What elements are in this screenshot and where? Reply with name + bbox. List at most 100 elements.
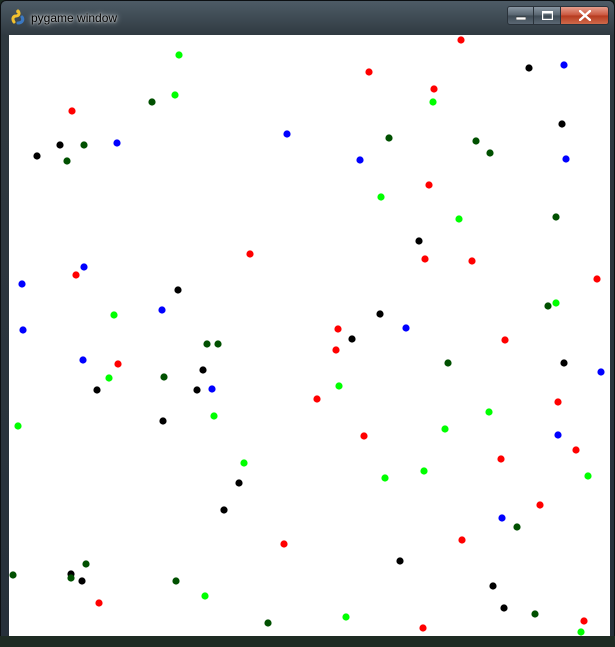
red-dot bbox=[246, 250, 254, 258]
darkgreen-dot bbox=[472, 137, 480, 145]
blue-dot bbox=[560, 61, 568, 69]
lime-dot bbox=[455, 215, 463, 223]
blue-dot bbox=[554, 431, 562, 439]
red-dot bbox=[457, 36, 465, 44]
black-dot bbox=[78, 577, 86, 585]
lime-dot bbox=[14, 422, 22, 430]
dots-layer bbox=[9, 36, 605, 636]
lime-dot bbox=[201, 592, 209, 600]
darkgreen-dot bbox=[214, 340, 222, 348]
red-dot bbox=[572, 446, 580, 454]
darkgreen-dot bbox=[486, 149, 494, 157]
window-title: pygame window bbox=[31, 11, 118, 25]
red-dot bbox=[95, 599, 103, 607]
blue-dot bbox=[356, 156, 364, 164]
blue-dot bbox=[597, 368, 605, 376]
red-dot bbox=[421, 255, 429, 263]
red-dot bbox=[68, 107, 76, 115]
darkgreen-dot bbox=[552, 213, 560, 221]
red-dot bbox=[360, 432, 368, 440]
maximize-icon bbox=[541, 11, 553, 20]
red-dot bbox=[458, 536, 466, 544]
game-canvas[interactable] bbox=[9, 35, 610, 637]
black-dot bbox=[396, 557, 404, 565]
darkgreen-dot bbox=[531, 610, 539, 618]
red-dot bbox=[72, 271, 80, 279]
lime-dot bbox=[377, 193, 385, 201]
black-dot bbox=[33, 152, 41, 160]
lime-dot bbox=[552, 299, 560, 307]
blue-dot bbox=[18, 280, 26, 288]
red-dot bbox=[501, 336, 509, 344]
darkgreen-dot bbox=[9, 571, 17, 579]
lime-dot bbox=[485, 408, 493, 416]
black-dot bbox=[525, 64, 533, 72]
black-dot bbox=[199, 366, 207, 374]
close-button[interactable] bbox=[561, 6, 609, 25]
black-dot bbox=[56, 141, 64, 149]
minimize-icon bbox=[515, 12, 526, 20]
red-dot bbox=[593, 275, 601, 283]
darkgreen-dot bbox=[160, 373, 168, 381]
blue-dot bbox=[113, 139, 121, 147]
darkgreen-dot bbox=[544, 302, 552, 310]
blue-dot bbox=[562, 155, 570, 163]
blue-dot bbox=[208, 385, 216, 393]
black-dot bbox=[220, 506, 228, 514]
darkgreen-dot bbox=[172, 577, 180, 585]
red-dot bbox=[425, 181, 433, 189]
blue-dot bbox=[80, 263, 88, 271]
minimize-button[interactable] bbox=[507, 6, 534, 25]
black-dot bbox=[560, 359, 568, 367]
black-dot bbox=[348, 335, 356, 343]
lime-dot bbox=[577, 628, 585, 636]
close-icon bbox=[578, 10, 591, 21]
red-dot bbox=[497, 455, 505, 463]
window-controls bbox=[507, 6, 609, 26]
red-dot bbox=[468, 257, 476, 265]
lime-dot bbox=[342, 613, 350, 621]
maximize-button[interactable] bbox=[534, 6, 561, 25]
darkgreen-dot bbox=[513, 523, 521, 531]
blue-dot bbox=[283, 130, 291, 138]
red-dot bbox=[580, 617, 588, 625]
darkgreen-dot bbox=[82, 560, 90, 568]
darkgreen-dot bbox=[63, 157, 71, 165]
red-dot bbox=[334, 325, 342, 333]
black-dot bbox=[159, 417, 167, 425]
background-editor-strip bbox=[0, 636, 615, 647]
blue-dot bbox=[402, 324, 410, 332]
lime-dot bbox=[171, 91, 179, 99]
red-dot bbox=[430, 85, 438, 93]
red-dot bbox=[313, 395, 321, 403]
pygame-window: pygame window bbox=[0, 0, 615, 647]
lime-dot bbox=[210, 412, 218, 420]
blue-dot bbox=[79, 356, 87, 364]
lime-dot bbox=[420, 467, 428, 475]
darkgreen-dot bbox=[67, 574, 75, 582]
black-dot bbox=[558, 120, 566, 128]
darkgreen-dot bbox=[80, 141, 88, 149]
title-bar[interactable]: pygame window bbox=[1, 1, 614, 33]
red-dot bbox=[365, 68, 373, 76]
black-dot bbox=[174, 286, 182, 294]
lime-dot bbox=[441, 425, 449, 433]
darkgreen-dot bbox=[444, 359, 452, 367]
black-dot bbox=[489, 582, 497, 590]
lime-dot bbox=[381, 474, 389, 482]
blue-dot bbox=[19, 326, 27, 334]
blue-dot bbox=[498, 514, 506, 522]
black-dot bbox=[376, 310, 384, 318]
black-dot bbox=[193, 386, 201, 394]
red-dot bbox=[419, 624, 427, 632]
lime-dot bbox=[110, 311, 118, 319]
pygame-snake-icon bbox=[10, 9, 26, 25]
red-dot bbox=[554, 398, 562, 406]
black-dot bbox=[500, 604, 508, 612]
lime-dot bbox=[584, 472, 592, 480]
red-dot bbox=[332, 346, 340, 354]
black-dot bbox=[415, 237, 423, 245]
black-dot bbox=[235, 479, 243, 487]
red-dot bbox=[280, 540, 288, 548]
darkgreen-dot bbox=[264, 619, 272, 627]
